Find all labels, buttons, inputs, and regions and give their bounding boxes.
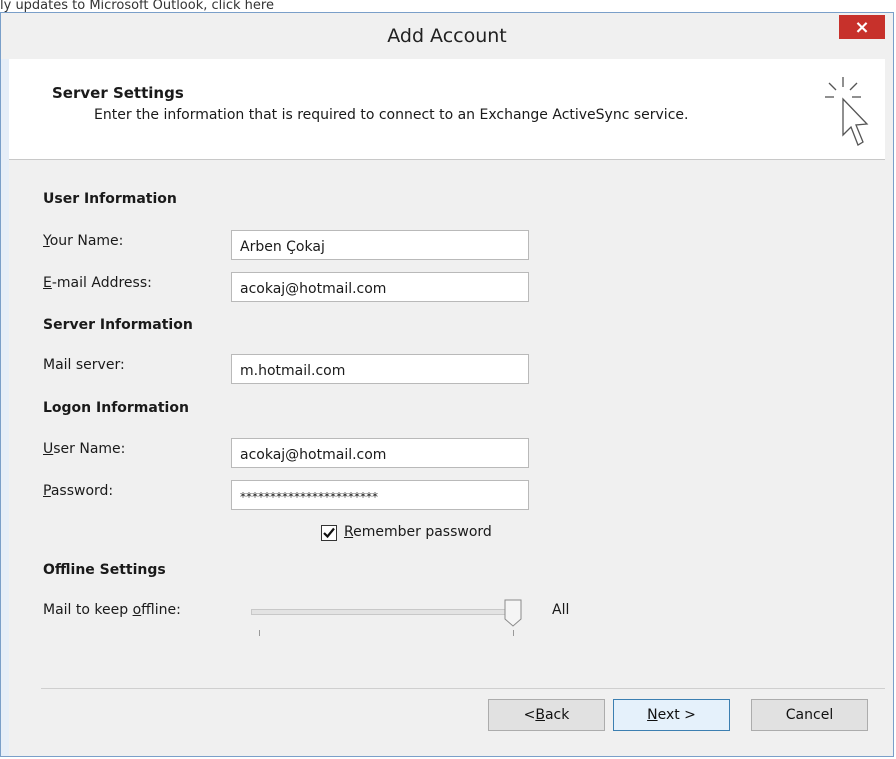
next-button-rest: ext > [657,707,696,723]
mail-server-label: Mail server: [43,357,125,373]
window-frame [1,13,9,756]
next-button[interactable]: Next > [613,699,730,731]
back-button[interactable]: < Back [488,699,605,731]
slider-tick-start [259,630,260,636]
password-label-accel: P [43,483,51,499]
back-button-rest: ack [544,707,570,723]
your-name-label-accel: Y [43,233,50,249]
close-icon: × [854,16,870,38]
offline-slider-thumb[interactable] [504,599,522,627]
your-name-input[interactable]: Arben Çokaj [231,230,529,260]
email-label-text: -mail Address: [51,275,152,291]
your-name-label: Your Name: [43,233,123,249]
window-title: Add Account [387,25,507,47]
close-button[interactable]: × [839,15,885,39]
slider-tick-end [513,630,514,636]
dialog-header: Server Settings Enter the information th… [9,59,885,160]
user-name-label-text: ser Name: [53,441,126,457]
user-name-label: User Name: [43,441,125,457]
back-button-accel: B [535,707,545,723]
password-label-text: assword: [50,483,114,499]
offline-settings-heading: Offline Settings [43,562,166,578]
password-input[interactable]: *********************** [231,480,529,510]
title-bar[interactable]: Add Account × [1,13,893,59]
mail-to-keep-offline-label: Mail to keep offline: [43,602,181,618]
user-name-input[interactable]: acokaj@hotmail.com [231,438,529,468]
remember-password-label[interactable]: Remember password [344,524,492,540]
email-address-label: E-mail Address: [43,275,152,291]
user-name-label-accel: U [43,441,54,457]
footer-separator [41,688,885,689]
password-label: Password: [43,483,113,499]
user-information-heading: User Information [43,191,177,207]
offline-label-rest: ffline: [141,602,181,618]
email-label-accel: E [43,275,52,291]
offline-slider-track[interactable] [251,609,513,615]
back-button-pre: < [523,707,536,723]
offline-slider-value: All [552,602,570,618]
remember-label-text: emember password [353,524,492,540]
header-title: Server Settings [52,84,184,102]
next-button-accel: N [647,707,658,723]
remember-label-accel: R [344,524,354,540]
offline-label-accel: o [132,602,142,618]
header-description: Enter the information that is required t… [94,107,689,123]
cursor-click-icon [825,77,869,146]
cancel-button[interactable]: Cancel [751,699,868,731]
email-address-input[interactable]: acokaj@hotmail.com [231,272,529,302]
server-information-heading: Server Information [43,317,193,333]
mail-server-input[interactable]: m.hotmail.com [231,354,529,384]
add-account-dialog: Add Account × Server Settings Enter the … [0,12,894,757]
your-name-label-text: our Name: [49,233,124,249]
offline-label-pre: Mail to keep [43,602,133,618]
logon-information-heading: Logon Information [43,400,189,416]
remember-password-checkbox[interactable] [321,525,337,541]
checkmark-icon [323,527,335,539]
